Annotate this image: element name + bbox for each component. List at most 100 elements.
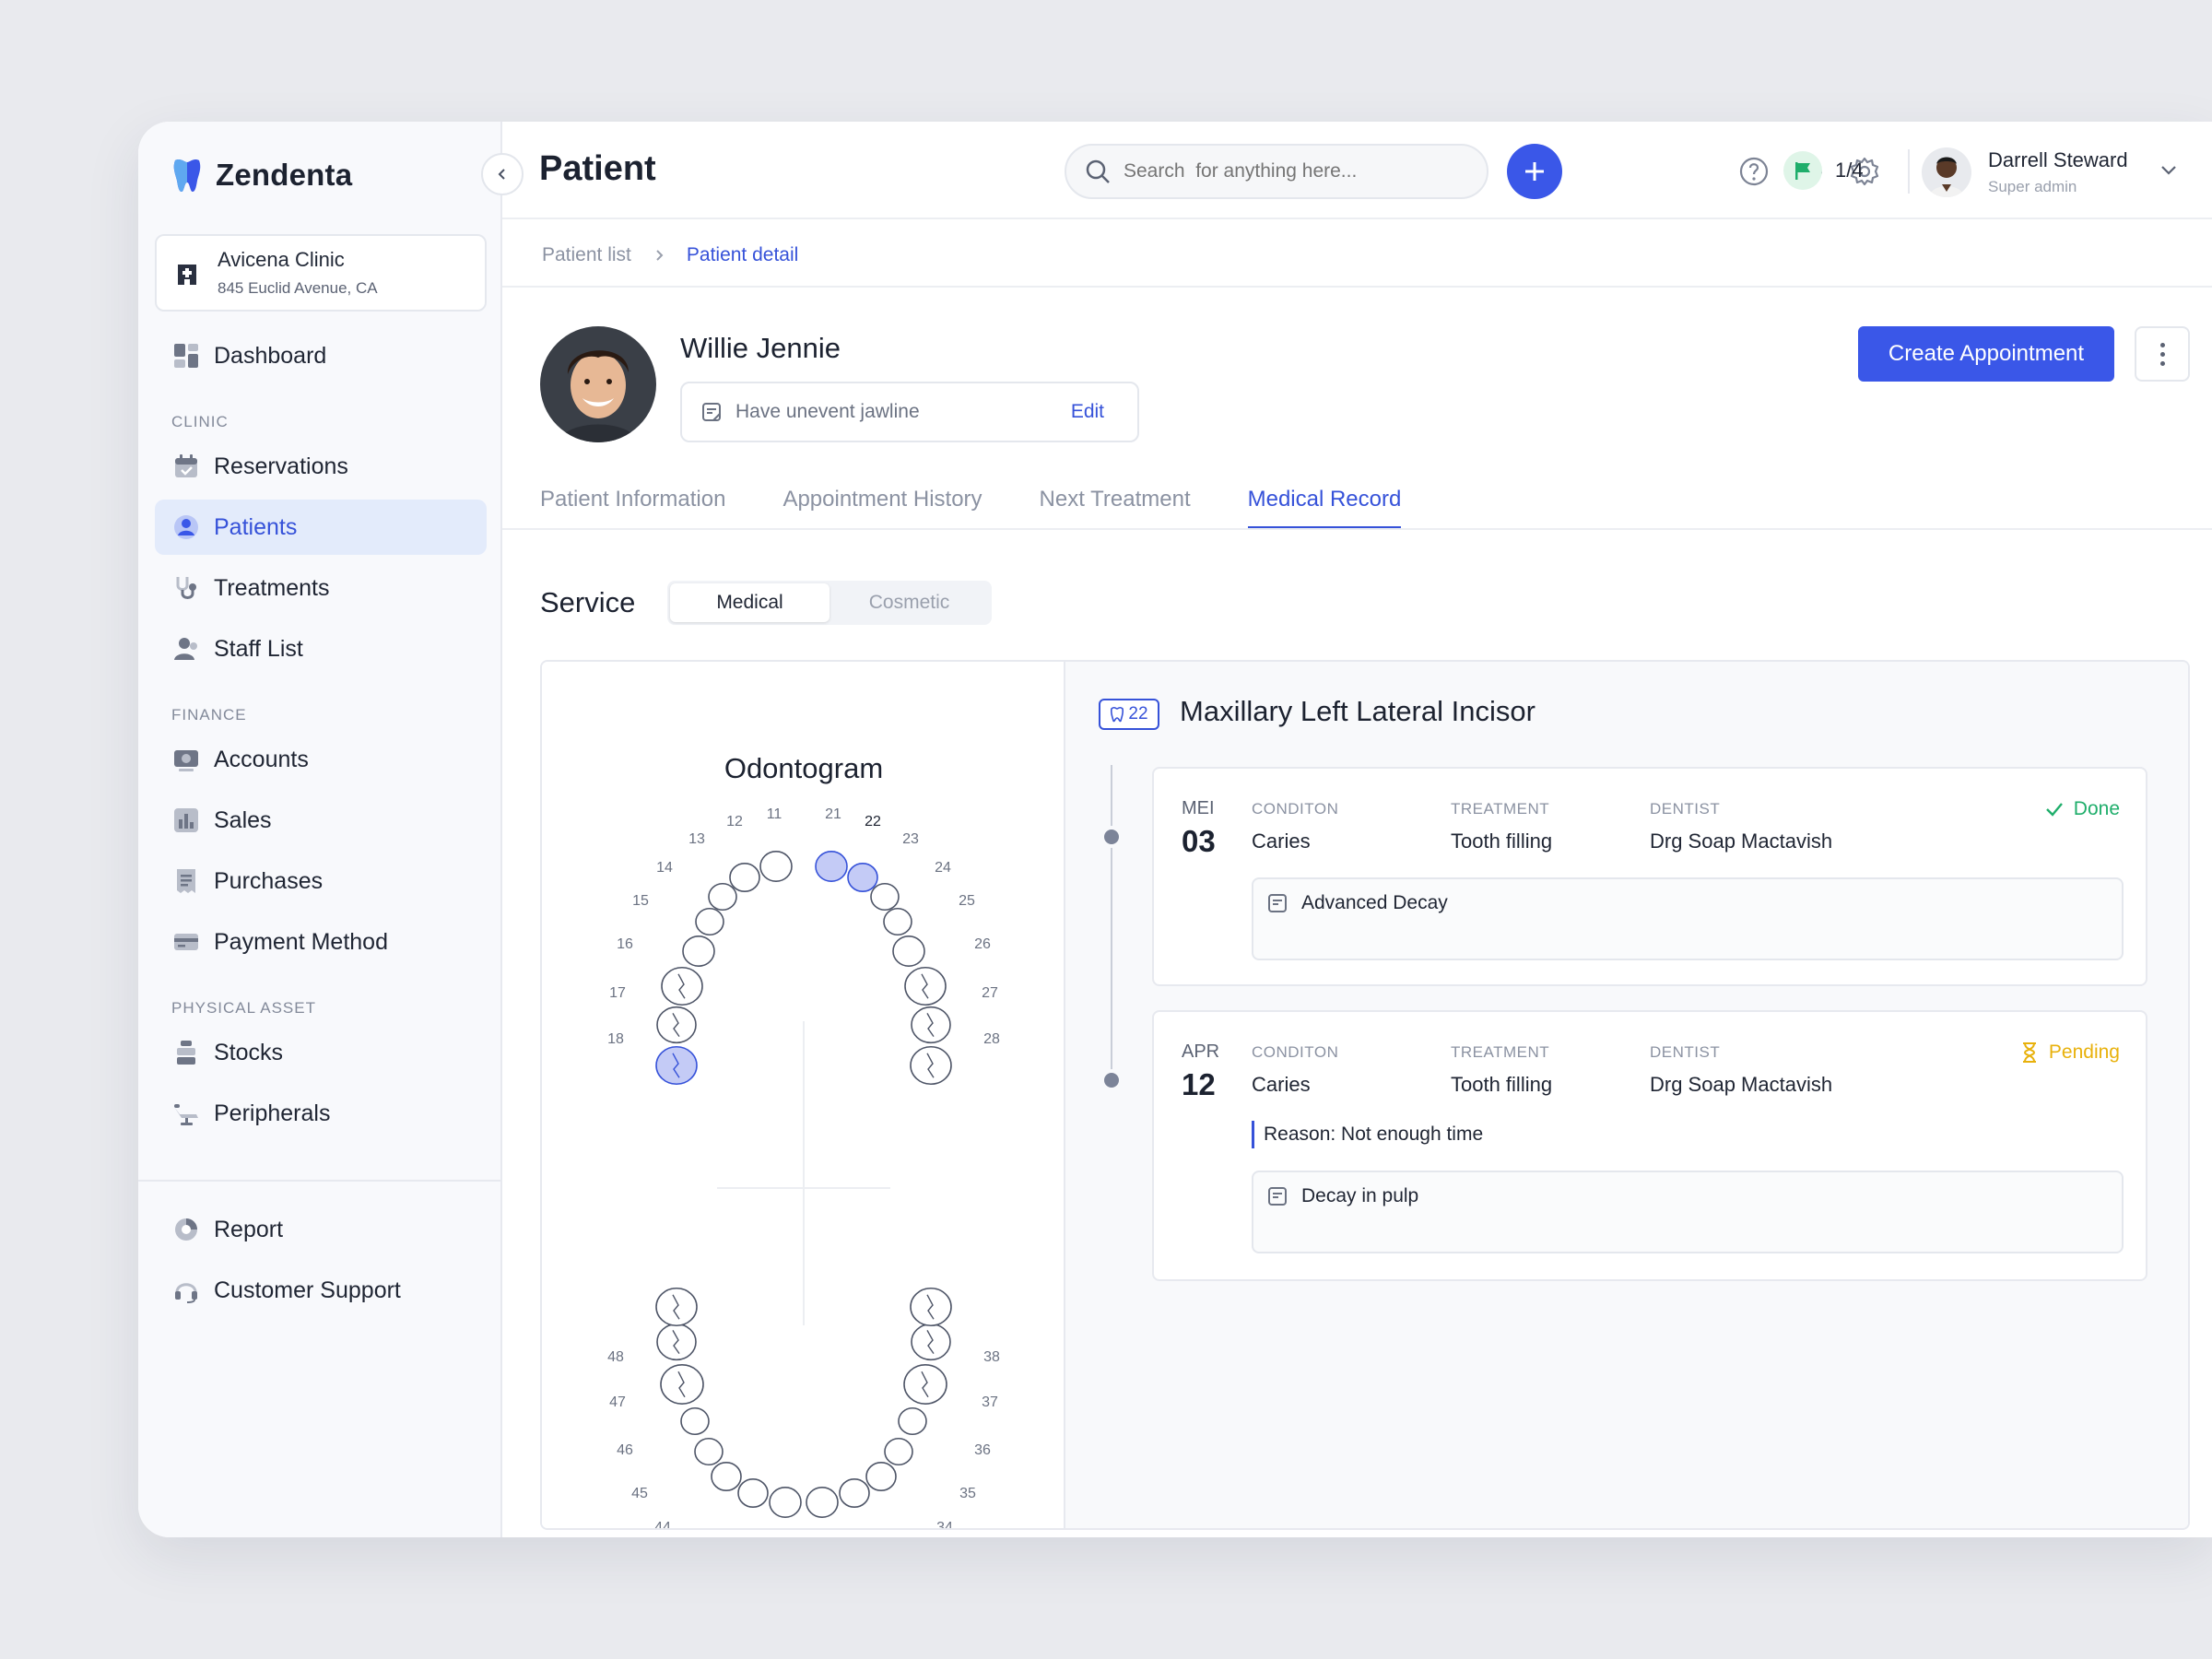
service-option-medical[interactable]: Medical: [670, 583, 830, 622]
sidebar-item-treatments[interactable]: Treatments: [155, 560, 487, 616]
entry-day: 12: [1182, 1067, 1216, 1101]
tooth-number-label: 21: [825, 806, 841, 822]
tooth-26[interactable]: [904, 966, 947, 1006]
search-bar[interactable]: [1065, 144, 1488, 199]
breadcrumb-patient-list[interactable]: Patient list: [542, 244, 631, 266]
tab-medical-record[interactable]: Medical Record: [1247, 479, 1402, 529]
sidebar-item-patients[interactable]: Patients: [155, 500, 487, 555]
sidebar-item-sales[interactable]: Sales: [155, 793, 487, 848]
dental-chair-icon: [171, 1099, 201, 1128]
hourglass-icon: [2022, 1042, 2036, 1063]
sidebar-item-label: Payment Method: [214, 928, 388, 955]
sidebar-item-report[interactable]: Report: [155, 1202, 487, 1257]
note-icon: [1268, 1187, 1287, 1206]
calendar-icon: [171, 452, 201, 481]
create-appointment-button[interactable]: Create Appointment: [1858, 326, 2114, 382]
tooth-number-label: 17: [609, 985, 626, 1001]
sidebar-item-label: Sales: [214, 806, 272, 833]
tooth-11[interactable]: [759, 851, 793, 882]
sidebar-item-peripherals[interactable]: Peripherals: [155, 1086, 487, 1141]
patient-name: Willie Jennie: [680, 332, 841, 364]
add-button[interactable]: [1507, 144, 1562, 199]
tooth-42[interactable]: [737, 1477, 769, 1508]
tooth-15[interactable]: [682, 935, 715, 967]
user-menu[interactable]: Darrell Steward Super admin: [1922, 147, 2128, 197]
entry-note: Decay in pulp: [1252, 1171, 2124, 1253]
tooth-21[interactable]: [815, 851, 848, 882]
breadcrumb-patient-detail[interactable]: Patient detail: [687, 244, 798, 266]
tooth-35[interactable]: [898, 1406, 927, 1436]
help-button[interactable]: [1735, 153, 1772, 190]
edit-note-button[interactable]: Edit: [1071, 401, 1104, 423]
tooth-22[interactable]: [847, 863, 878, 893]
medical-record-card: Odontogram 11 12 13 14 15 16 17 18 21 22 23 24 25 26 2…: [540, 660, 2190, 1530]
tooth-33[interactable]: [865, 1461, 897, 1491]
tooth-17[interactable]: [656, 1006, 697, 1044]
tab-patient-information[interactable]: Patient Information: [540, 479, 725, 529]
tooth-12[interactable]: [729, 863, 760, 893]
sidebar-item-purchases[interactable]: Purchases: [155, 853, 487, 909]
entry-month: APR: [1182, 1041, 1220, 1062]
chevron-down-icon[interactable]: [2157, 159, 2181, 182]
sidebar-item-staff-list[interactable]: Staff List: [155, 621, 487, 677]
stock-icon: [171, 1038, 201, 1067]
nav-section-clinic: CLINIC: [171, 413, 229, 430]
more-options-button[interactable]: [2135, 326, 2190, 382]
flag-indicator[interactable]: 1/4: [1783, 151, 1864, 190]
card-icon: [171, 927, 201, 957]
flag-icon: [1783, 151, 1822, 190]
tooth-24[interactable]: [883, 907, 912, 936]
sidebar: Zendenta Avicena Clinic 845 Euclid Avenu…: [138, 122, 502, 1537]
tooth-43[interactable]: [711, 1461, 742, 1491]
sidebar-item-customer-support[interactable]: Customer Support: [155, 1263, 487, 1318]
tooth-16[interactable]: [661, 966, 703, 1006]
record-entry[interactable]: APR 12 CONDITON Caries TREATMENT Tooth f…: [1152, 1010, 2147, 1281]
note-icon: [1268, 894, 1287, 912]
tooth-47[interactable]: [656, 1323, 697, 1361]
clinic-selector[interactable]: Avicena Clinic 845 Euclid Avenue, CA: [155, 234, 487, 312]
stethoscope-icon: [171, 573, 201, 603]
patient-note: Have unevent jawline Edit: [680, 382, 1139, 442]
sidebar-item-reservations[interactable]: Reservations: [155, 439, 487, 494]
tooth-23[interactable]: [870, 882, 900, 912]
tooth-46[interactable]: [660, 1364, 704, 1405]
report-pie-icon: [171, 1215, 201, 1244]
tooth-25[interactable]: [892, 935, 925, 967]
top-header: Patient 1/4: [502, 122, 2212, 219]
sidebar-collapse-button[interactable]: [481, 153, 524, 195]
tooth-number-label: 47: [609, 1394, 626, 1410]
tab-appointment-history[interactable]: Appointment History: [782, 479, 982, 529]
search-input[interactable]: [1124, 160, 1455, 182]
sidebar-item-payment-method[interactable]: Payment Method: [155, 914, 487, 970]
user-name: Darrell Steward: [1988, 148, 2128, 171]
tooth-31[interactable]: [806, 1487, 839, 1518]
sidebar-item-accounts[interactable]: Accounts: [155, 732, 487, 787]
brand[interactable]: Zendenta: [171, 157, 352, 194]
tooth-27[interactable]: [911, 1006, 951, 1044]
tooth-44[interactable]: [694, 1437, 724, 1466]
tooth-28[interactable]: [910, 1045, 952, 1086]
tooth-36[interactable]: [903, 1364, 947, 1405]
tooth-37[interactable]: [911, 1323, 951, 1361]
tooth-41[interactable]: [769, 1487, 802, 1518]
sidebar-item-dashboard[interactable]: Dashboard: [155, 328, 487, 383]
record-entry[interactable]: MEI 03 CONDITON Caries TREATMENT Tooth f…: [1152, 767, 2147, 986]
entry-condition: CONDITON Caries: [1252, 1043, 1339, 1096]
tooth-45[interactable]: [680, 1406, 710, 1436]
tooth-14[interactable]: [695, 907, 724, 936]
service-option-cosmetic[interactable]: Cosmetic: [830, 583, 989, 622]
tooth-38[interactable]: [910, 1287, 952, 1327]
timeline-dot: [1100, 1069, 1123, 1091]
sidebar-item-label: Report: [214, 1216, 284, 1242]
tooth-number-label: 36: [974, 1442, 991, 1458]
dashboard-icon: [171, 341, 201, 371]
sidebar-item-label: Reservations: [214, 453, 348, 479]
tooth-13[interactable]: [708, 882, 737, 912]
sidebar-item-stocks[interactable]: Stocks: [155, 1025, 487, 1080]
timeline-line: [1111, 765, 1112, 1078]
tooth-18[interactable]: [655, 1045, 698, 1086]
tooth-48[interactable]: [655, 1287, 698, 1327]
tab-next-treatment[interactable]: Next Treatment: [1040, 479, 1191, 529]
tooth-34[interactable]: [884, 1437, 913, 1466]
tooth-32[interactable]: [839, 1477, 870, 1508]
